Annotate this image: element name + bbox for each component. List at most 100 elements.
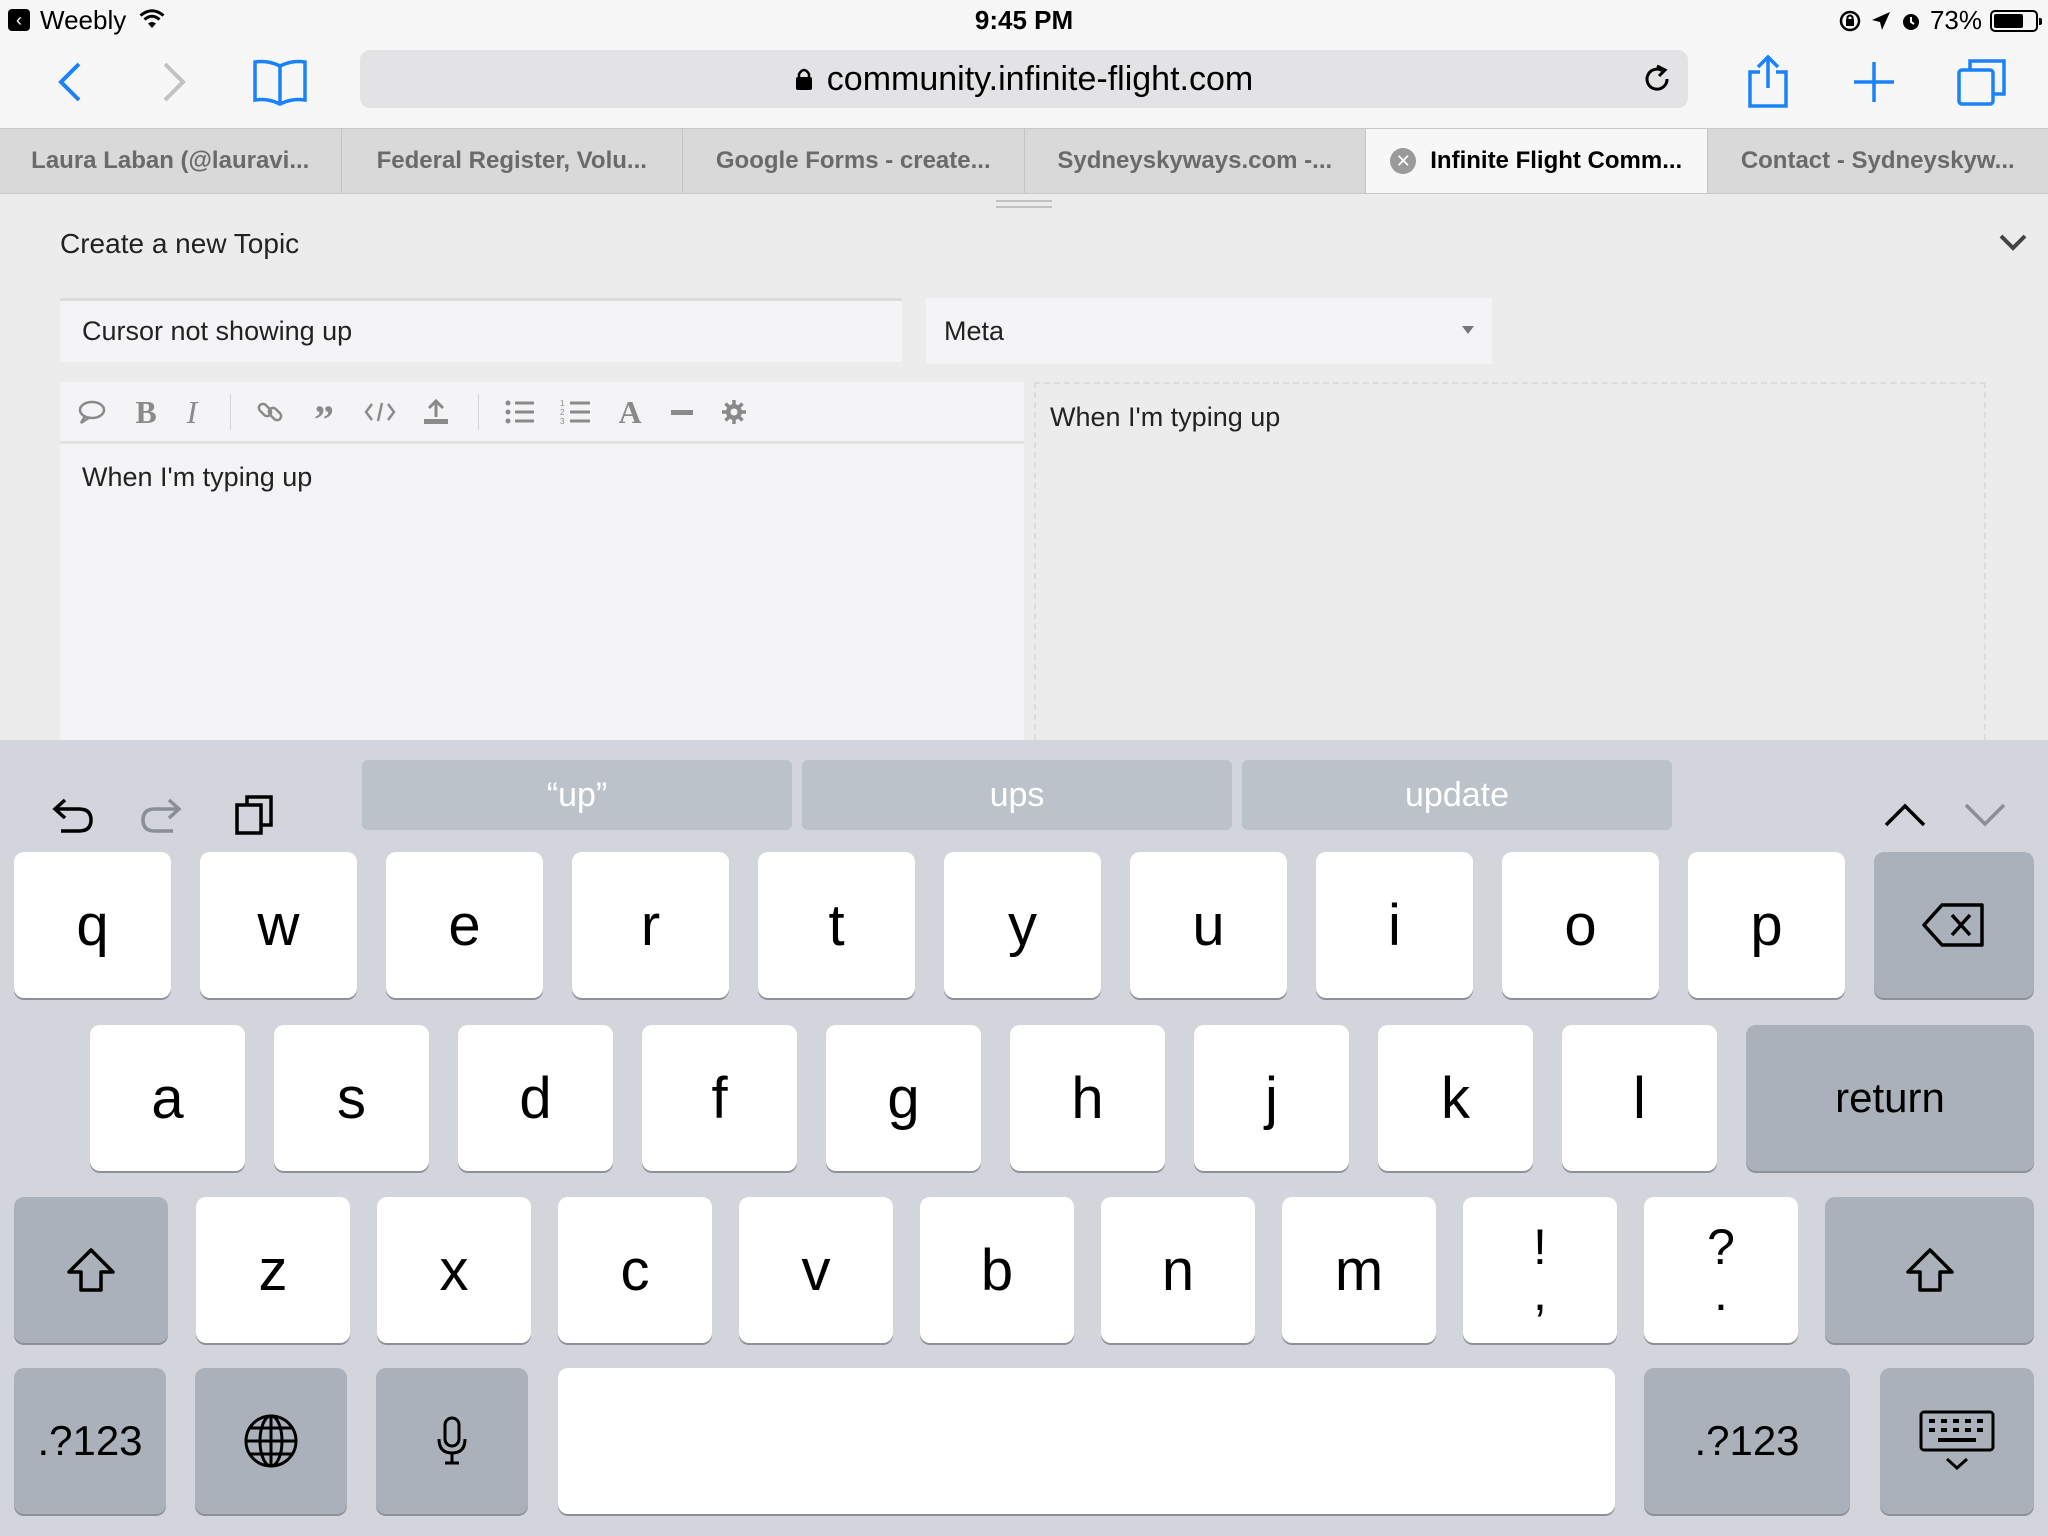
battery-icon	[1990, 9, 2042, 32]
paste-button[interactable]	[220, 780, 290, 850]
key-x[interactable]: x	[377, 1197, 531, 1343]
redo-button[interactable]	[128, 780, 198, 850]
key-bottom-char: ,	[1533, 1265, 1547, 1321]
key-k[interactable]: k	[1378, 1025, 1533, 1171]
key-j[interactable]: j	[1194, 1025, 1349, 1171]
chevron-right-icon	[163, 62, 186, 102]
delete-key[interactable]	[1874, 852, 2034, 998]
next-field-button[interactable]	[1950, 780, 2020, 850]
bold-icon[interactable]: B	[126, 392, 166, 432]
key-d[interactable]: d	[458, 1025, 613, 1171]
resize-grip[interactable]	[996, 200, 1052, 208]
preview-pane: When I'm typing up	[1034, 382, 1986, 740]
return-key[interactable]: return	[1746, 1025, 2034, 1171]
lock-icon	[795, 68, 812, 90]
key-exclamation-comma[interactable]: ! ,	[1463, 1197, 1617, 1343]
shift-key-right[interactable]	[1825, 1197, 2034, 1343]
status-bar: ‹ Weebly 9:45 PM 73%	[0, 0, 2048, 40]
key-q[interactable]: q	[14, 852, 171, 998]
topic-title-value: Cursor not showing up	[82, 316, 353, 346]
blockquote-icon[interactable]: ”	[304, 392, 344, 442]
share-button[interactable]	[1736, 50, 1800, 114]
key-z[interactable]: z	[196, 1197, 350, 1343]
key-v[interactable]: v	[739, 1197, 893, 1343]
tab-federal-register[interactable]: Federal Register, Volu...	[342, 129, 683, 193]
numbered-list-icon[interactable]: 123	[556, 392, 596, 432]
key-a[interactable]: a	[90, 1025, 245, 1171]
shift-key-left[interactable]	[14, 1197, 168, 1343]
tabs-overview-button[interactable]	[1950, 50, 2014, 114]
post-editor[interactable]: B I ” 123 A When I'm typing up	[60, 382, 1024, 740]
key-question-period[interactable]: ? .	[1644, 1197, 1798, 1343]
clipboard-icon	[235, 795, 273, 835]
quote-reply-icon[interactable]	[72, 392, 112, 432]
new-tab-button[interactable]	[1842, 50, 1906, 114]
key-r[interactable]: r	[572, 852, 729, 998]
back-button[interactable]	[38, 50, 102, 114]
key-m[interactable]: m	[1282, 1197, 1436, 1343]
globe-key[interactable]	[195, 1368, 347, 1514]
close-tab-icon[interactable]: ✕	[1390, 148, 1417, 174]
backspace-icon	[1922, 903, 1984, 947]
key-s[interactable]: s	[274, 1025, 429, 1171]
editor-toolbar: B I ” 123 A	[60, 382, 1024, 444]
svg-text:1: 1	[560, 399, 565, 408]
tab-laura-laban[interactable]: Laura Laban (@lauravi...	[0, 129, 342, 193]
key-e[interactable]: e	[386, 852, 543, 998]
code-icon[interactable]	[360, 392, 400, 432]
dropdown-caret-icon	[1462, 326, 1474, 334]
tab-google-forms[interactable]: Google Forms - create...	[683, 129, 1025, 193]
undo-button[interactable]	[36, 780, 106, 850]
address-bar[interactable]: community.infinite-flight.com	[360, 50, 1688, 108]
book-icon	[253, 59, 307, 106]
composer-heading: Create a new Topic	[60, 228, 300, 259]
bookmarks-button[interactable]	[248, 50, 312, 114]
tab-label: Infinite Flight Comm...	[1430, 147, 1683, 174]
key-o[interactable]: o	[1502, 852, 1659, 998]
forward-button[interactable]	[142, 50, 206, 114]
italic-icon[interactable]: I	[172, 392, 212, 432]
numbers-key-left[interactable]: .?123	[14, 1368, 166, 1514]
suggestion-2[interactable]: ups	[802, 760, 1232, 830]
category-select[interactable]: Meta	[926, 298, 1492, 364]
heading-icon[interactable]: A	[610, 392, 650, 432]
horizontal-rule-icon[interactable]	[662, 392, 702, 432]
key-l[interactable]: l	[1562, 1025, 1717, 1171]
tab-bar: Laura Laban (@lauravi... Federal Registe…	[0, 128, 2048, 194]
suggestion-1[interactable]: “up”	[362, 760, 792, 830]
key-h[interactable]: h	[1010, 1025, 1165, 1171]
topic-title-input[interactable]: Cursor not showing up	[60, 298, 902, 362]
bullet-list-icon[interactable]	[500, 392, 540, 432]
key-i[interactable]: i	[1316, 852, 1473, 998]
plus-icon	[1854, 62, 1894, 102]
key-f[interactable]: f	[642, 1025, 797, 1171]
tab-contact-sydneyskyways[interactable]: Contact - Sydneyskyw...	[1708, 129, 2048, 193]
tab-label: Laura Laban (@lauravi...	[31, 147, 310, 174]
key-u[interactable]: u	[1130, 852, 1287, 998]
key-bottom-char: .	[1714, 1265, 1728, 1321]
key-p[interactable]: p	[1688, 852, 1845, 998]
reload-icon[interactable]	[1640, 62, 1674, 96]
link-icon[interactable]	[250, 392, 290, 432]
chevron-left-icon	[58, 62, 81, 102]
previous-field-button[interactable]	[1870, 780, 1940, 850]
key-c[interactable]: c	[558, 1197, 712, 1343]
space-key[interactable]	[558, 1368, 1615, 1514]
key-b[interactable]: b	[920, 1197, 1074, 1343]
gear-icon[interactable]	[714, 392, 754, 432]
suggestion-3[interactable]: update	[1242, 760, 1672, 830]
key-y[interactable]: y	[944, 852, 1101, 998]
toolbar-divider	[230, 394, 231, 430]
chevron-down-icon[interactable]	[1998, 232, 2028, 252]
key-t[interactable]: t	[758, 852, 915, 998]
key-n[interactable]: n	[1101, 1197, 1255, 1343]
key-g[interactable]: g	[826, 1025, 981, 1171]
upload-icon[interactable]	[416, 392, 456, 432]
dismiss-keyboard-key[interactable]	[1880, 1368, 2034, 1514]
battery-fill	[1994, 13, 2024, 28]
key-w[interactable]: w	[200, 852, 357, 998]
tab-sydneyskyways[interactable]: Sydneyskyways.com -...	[1025, 129, 1366, 193]
tab-infinite-flight[interactable]: ✕ Infinite Flight Comm...	[1366, 129, 1708, 193]
numbers-key-right[interactable]: .?123	[1644, 1368, 1850, 1514]
dictation-key[interactable]	[376, 1368, 528, 1514]
